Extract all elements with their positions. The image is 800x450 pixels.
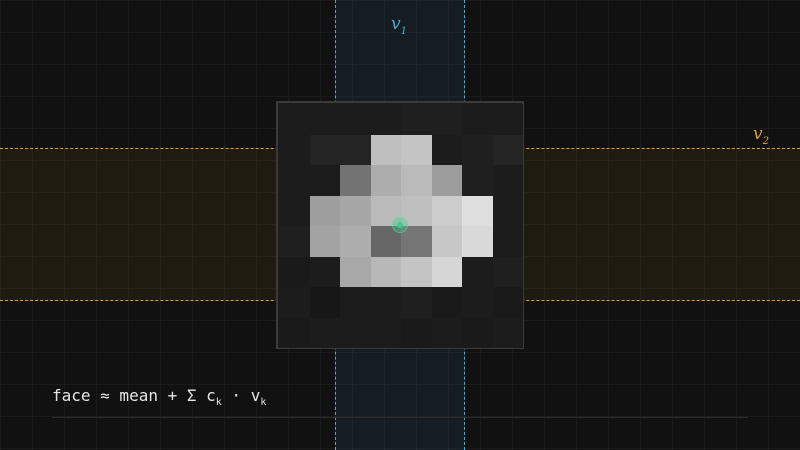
face-pixel [492, 134, 523, 165]
face-pixel [401, 165, 432, 196]
face-pixel [340, 195, 371, 226]
face-pixel [279, 134, 310, 165]
face-pixel [309, 134, 340, 165]
face-pixel [401, 104, 432, 135]
face-pixel [370, 104, 401, 135]
face-pixel [309, 256, 340, 287]
face-pixel [370, 317, 401, 348]
face-pixel [309, 226, 340, 257]
face-pixel [431, 256, 462, 287]
face-pixel [279, 317, 310, 348]
face-pixel [492, 104, 523, 135]
face-pixel [462, 134, 493, 165]
face-pixel [340, 134, 371, 165]
face-pixel [431, 165, 462, 196]
face-pixel [340, 256, 371, 287]
face-pixel [462, 104, 493, 135]
face-pixel [279, 226, 310, 257]
reconstruction-formula: face ≈ mean + Σ ck · vk [52, 386, 267, 409]
face-pixel [462, 317, 493, 348]
face-pixel [279, 104, 310, 135]
face-pixel [370, 287, 401, 318]
face-pixel [462, 287, 493, 318]
face-pixel [340, 104, 371, 135]
formula-underline [52, 417, 748, 418]
face-pixel [309, 287, 340, 318]
face-pixel [370, 134, 401, 165]
face-pixel [431, 134, 462, 165]
face-pixel [340, 317, 371, 348]
face-pixel [462, 165, 493, 196]
face-pixel [309, 104, 340, 135]
face-pixel [492, 287, 523, 318]
face-pixel [309, 317, 340, 348]
face-pixel [492, 195, 523, 226]
face-pixel [431, 195, 462, 226]
face-pixel [401, 317, 432, 348]
face-pixel [462, 226, 493, 257]
face-pixel [340, 165, 371, 196]
face-pixel [370, 256, 401, 287]
face-pixel [492, 256, 523, 287]
face-pixel [309, 195, 340, 226]
face-pixel [279, 165, 310, 196]
face-pixel [401, 256, 432, 287]
face-pixel [340, 287, 371, 318]
face-pixel [279, 195, 310, 226]
face-pixel [370, 165, 401, 196]
face-pixel [492, 317, 523, 348]
face-pixel [431, 317, 462, 348]
face-pixel [462, 256, 493, 287]
face-pixel [401, 134, 432, 165]
v2-axis-label: v2 [753, 124, 769, 147]
face-pixel [309, 165, 340, 196]
face-pixel [279, 256, 310, 287]
face-pixel [431, 287, 462, 318]
face-pixel [279, 287, 310, 318]
mean-center-marker[interactable] [392, 217, 408, 233]
face-pixel [492, 226, 523, 257]
face-pixel [340, 226, 371, 257]
face-pixel [431, 104, 462, 135]
v1-axis-label: v1 [391, 14, 407, 37]
face-pixel [492, 165, 523, 196]
face-pixel [401, 287, 432, 318]
face-pixel [462, 195, 493, 226]
face-pixel [431, 226, 462, 257]
